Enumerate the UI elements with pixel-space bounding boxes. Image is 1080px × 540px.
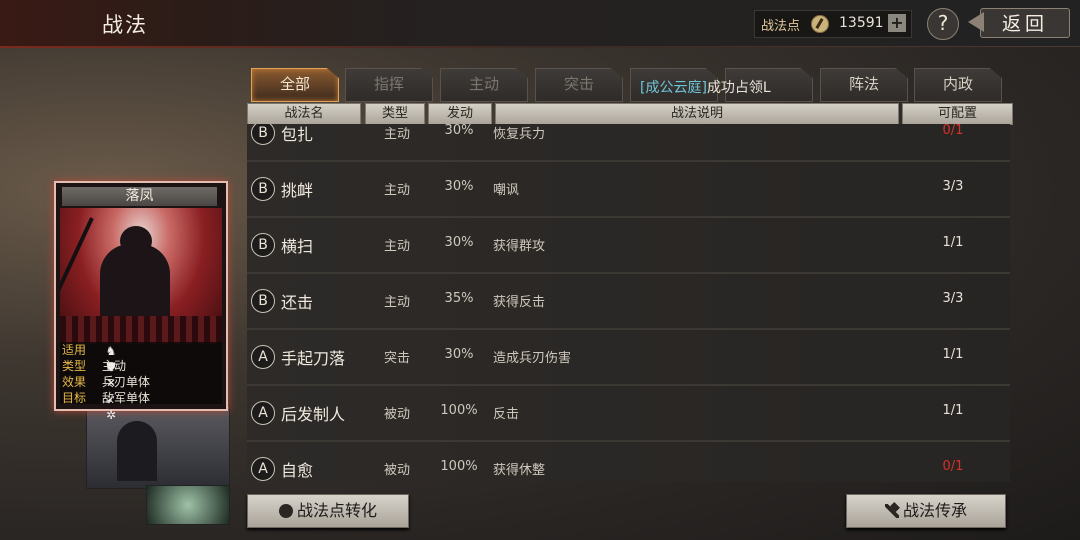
tab-assault[interactable]: 突击: [535, 68, 623, 102]
hammer-icon: [884, 504, 899, 518]
convert-points-label: 战法点转化: [296, 501, 377, 520]
table-row[interactable]: B 挑衅 主动 30% 嘲讽 3/3: [247, 162, 1010, 218]
tactic-rate: 100%: [440, 403, 478, 418]
card-row-effect: 效果 兵刃单体: [62, 375, 151, 389]
add-points-button[interactable]: +: [888, 14, 906, 32]
tactic-name: 还击: [281, 293, 314, 312]
tactic-card-art: [60, 208, 222, 344]
tactic-rate: 30%: [444, 235, 474, 250]
tactic-card[interactable]: 落凤 适用 ♞⛊✕➹✲ 类型 主动 效果 兵刃单体 目标 敌军单体: [54, 181, 228, 422]
card-row-apply: 适用 ♞⛊✕➹✲: [62, 342, 116, 422]
tab-command[interactable]: 指挥: [345, 68, 433, 102]
tactic-description: 获得反击: [493, 295, 546, 310]
tactic-available: 0/1: [942, 124, 964, 138]
card-stack-back-2: [146, 485, 230, 525]
back-button-label: 返回: [1002, 13, 1049, 35]
col-available[interactable]: 可配置: [902, 103, 1013, 125]
tactic-card-info: 适用 ♞⛊✕➹✲ 类型 主动 效果 兵刃单体 目标 敌军单体: [60, 342, 222, 422]
grade-badge: B: [251, 233, 275, 257]
tactic-type: 突击: [383, 351, 410, 366]
table-row[interactable]: A 自愈 被动 100% 获得休整 0/1: [247, 442, 1010, 482]
col-rate[interactable]: 发动: [428, 103, 492, 125]
tactic-name: 包扎: [281, 125, 314, 144]
tactic-description: 获得休整: [493, 463, 546, 478]
tactic-description: 造成兵刃伤害: [493, 351, 572, 366]
tactic-available: 3/3: [942, 179, 964, 194]
tactic-list[interactable]: B 包扎 主动 30% 恢复兵力 0/1 B 挑衅 主动 30% 嘲讽 3/3 …: [247, 124, 1010, 482]
tactic-type: 主动: [383, 239, 410, 254]
tactic-rate: 30%: [444, 179, 474, 194]
back-arrow-icon: [968, 12, 984, 32]
tactic-available: 1/1: [942, 347, 964, 362]
tactic-name: 后发制人: [281, 405, 346, 424]
tactic-rate: 30%: [444, 124, 474, 138]
tab-internal[interactable]: 内政: [914, 68, 1002, 102]
tab-formation[interactable]: 阵法: [820, 68, 908, 102]
tactic-name: 自愈: [281, 461, 314, 480]
tactic-type: 主动: [383, 127, 410, 142]
tactic-type: 被动: [383, 463, 410, 478]
table-row[interactable]: B 包扎 主动 30% 恢复兵力 0/1: [247, 124, 1010, 162]
grade-badge: B: [251, 289, 275, 313]
tactic-description: 获得群攻: [493, 239, 546, 254]
card-row-target: 目标 敌军单体: [62, 391, 151, 405]
grade-badge: A: [251, 457, 275, 481]
tactic-points-value: 13591: [839, 15, 884, 31]
broadcast-text: 成功占领L: [706, 80, 771, 96]
grade-badge: A: [251, 345, 275, 369]
tactic-available: 0/1: [942, 459, 964, 474]
tactic-type: 被动: [383, 407, 410, 422]
help-button[interactable]: ?: [927, 8, 959, 40]
tactic-available: 3/3: [942, 291, 964, 306]
tactic-description: 反击: [493, 407, 520, 422]
col-name[interactable]: 战法名: [247, 103, 361, 125]
tactic-description: 嘲讽: [493, 183, 520, 198]
grade-badge: B: [251, 177, 275, 201]
tactic-rate: 35%: [444, 291, 474, 306]
points-icon: [278, 504, 293, 518]
tactic-name: 挑衅: [281, 181, 314, 200]
tactic-type: 主动: [383, 183, 410, 198]
table-row[interactable]: A 后发制人 被动 100% 反击 1/1: [247, 386, 1010, 442]
cavalry-icon: ♞: [105, 344, 117, 358]
tactic-name: 手起刀落: [281, 349, 346, 368]
inherit-tactic-label: 战法传承: [902, 501, 967, 520]
table-row[interactable]: B 还击 主动 35% 获得反击 3/3: [247, 274, 1010, 330]
tactic-available: 1/1: [942, 235, 964, 250]
card-row-type: 类型 主动: [62, 359, 127, 373]
tab-all[interactable]: 全部: [251, 68, 339, 102]
tactic-name: 横扫: [281, 237, 314, 256]
tactic-card-title: 落凤: [62, 187, 217, 206]
back-button[interactable]: 返回: [968, 6, 1072, 38]
convert-points-button[interactable]: 战法点转化: [247, 494, 409, 528]
tactic-rate: 100%: [440, 459, 478, 474]
tactic-points-display: 战法点 13591 +: [754, 10, 912, 38]
wheel-icon: ✲: [105, 408, 117, 422]
tactic-description: 恢复兵力: [493, 127, 546, 142]
broadcast-player-name: [成公云庭]: [640, 80, 707, 96]
tactic-type: 主动: [383, 295, 410, 310]
grade-badge: A: [251, 401, 275, 425]
compass-icon: [811, 15, 829, 33]
tactic-available: 1/1: [942, 403, 964, 418]
col-description: 战法说明: [495, 103, 899, 125]
grade-badge: B: [251, 124, 275, 145]
tactic-points-label: 战法点: [761, 19, 801, 34]
col-type[interactable]: 类型: [365, 103, 425, 125]
table-row[interactable]: B 横扫 主动 30% 获得群攻 1/1: [247, 218, 1010, 274]
tactic-rate: 30%: [444, 347, 474, 362]
inherit-tactic-button[interactable]: 战法传承: [846, 494, 1006, 528]
table-row[interactable]: A 手起刀落 突击 30% 造成兵刃伤害 1/1: [247, 330, 1010, 386]
broadcast-message: [成公云庭]成功占领L: [640, 77, 771, 97]
tab-active[interactable]: 主动: [440, 68, 528, 102]
page-title: 战法: [102, 13, 148, 37]
top-bar: 战法 战法点 13591 + ? 返回: [0, 0, 1080, 48]
